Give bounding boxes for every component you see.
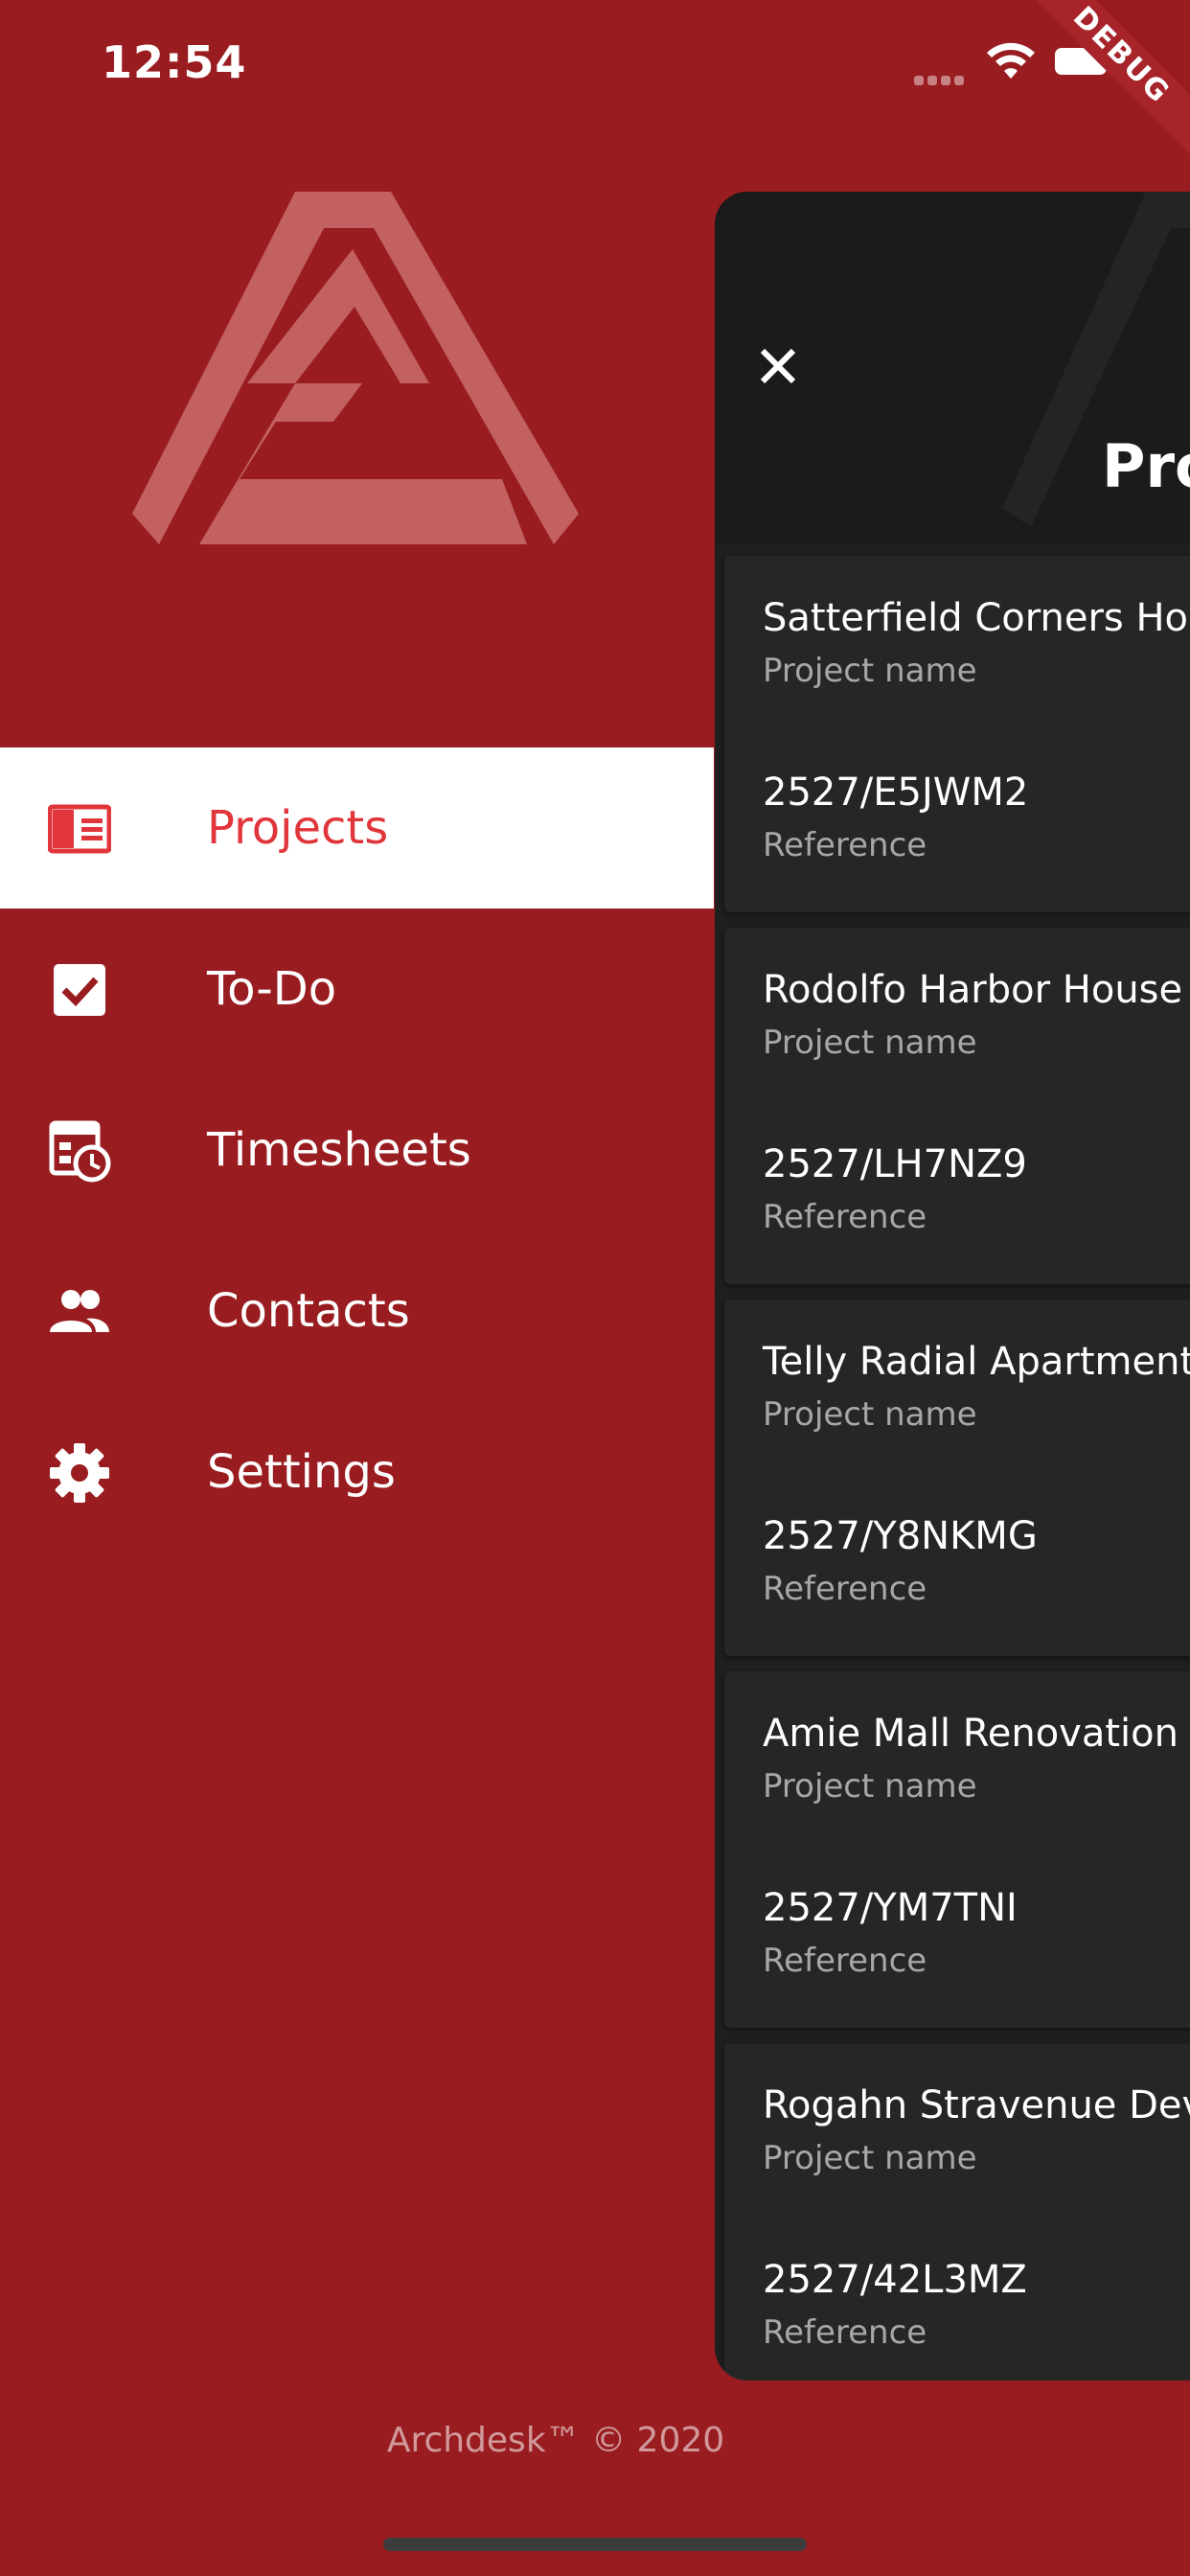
project-reference-label: Reference	[763, 1198, 927, 1236]
project-card[interactable]: Satterfield Corners House Project name 2…	[724, 556, 1190, 912]
project-reference: 2527/Y8NKMG	[763, 1514, 1038, 1558]
menu-item-projects[interactable]: Projects	[0, 748, 714, 908]
checkbox-icon	[54, 964, 105, 1016]
project-name: Satterfield Corners House	[763, 596, 1190, 640]
status-time: 12:54	[102, 36, 247, 88]
panel-header: Projects	[715, 192, 1190, 544]
projects-icon	[48, 804, 111, 854]
archdesk-logo	[132, 192, 579, 544]
menu-item-timesheets[interactable]: Timesheets	[0, 1070, 714, 1230]
projects-page-panel[interactable]: Projects Satterfield Corners House Proje…	[715, 192, 1190, 2380]
project-name-label: Project name	[763, 1395, 977, 1434]
menu-label-projects: Projects	[207, 801, 389, 855]
signal-icon	[914, 71, 972, 85]
timesheet-clock-icon	[49, 1120, 111, 1183]
project-reference: 2527/YM7TNI	[763, 1886, 1018, 1930]
wifi-icon	[987, 42, 1035, 79]
close-icon[interactable]	[757, 345, 799, 387]
project-card[interactable]: Rogahn Stravenue Development Project nam…	[724, 2043, 1190, 2380]
project-reference-label: Reference	[763, 826, 927, 864]
project-name-label: Project name	[763, 1024, 977, 1062]
menu-label-timesheets: Timesheets	[207, 1123, 471, 1177]
people-icon	[50, 1290, 109, 1332]
project-reference-label: Reference	[763, 1570, 927, 1608]
menu-label-contacts: Contacts	[207, 1284, 410, 1338]
project-reference-label: Reference	[763, 2313, 927, 2352]
project-name: Telly Radial Apartments	[763, 1340, 1190, 1384]
debug-banner: DEBUG	[1018, 0, 1190, 159]
project-reference: 2527/E5JWM2	[763, 770, 1029, 815]
project-card[interactable]: Amie Mall Renovation Project name 2527/Y…	[724, 1671, 1190, 2028]
project-name: Rodolfo Harbor House	[763, 968, 1183, 1012]
page-title: Projects	[1102, 431, 1190, 501]
project-reference: 2527/LH7NZ9	[763, 1142, 1027, 1186]
menu-item-contacts[interactable]: Contacts	[0, 1230, 714, 1392]
copyright-footer: Archdesk™ © 2020	[386, 2421, 725, 2460]
drawer-menu: Projects To-Do Timesheets Contacts Setti…	[0, 748, 714, 1552]
home-indicator[interactable]	[383, 2538, 807, 2551]
project-name: Amie Mall Renovation	[763, 1712, 1179, 1756]
project-reference: 2527/42L3MZ	[763, 2258, 1027, 2302]
project-card[interactable]: Telly Radial Apartments Project name 252…	[724, 1300, 1190, 1656]
project-reference-label: Reference	[763, 1942, 927, 1980]
menu-item-todo[interactable]: To-Do	[0, 908, 714, 1070]
project-card[interactable]: Rodolfo Harbor House Project name 2527/L…	[724, 928, 1190, 1284]
project-name: Rogahn Stravenue Development	[763, 2083, 1190, 2128]
menu-label-todo: To-Do	[207, 962, 337, 1016]
project-name-label: Project name	[763, 1767, 977, 1806]
project-list: Satterfield Corners House Project name 2…	[724, 556, 1190, 2380]
project-name-label: Project name	[763, 2139, 977, 2177]
project-name-label: Project name	[763, 652, 977, 690]
app-screen: 12:54 DEBUG Projects To-Do Timesheets Co…	[0, 0, 1190, 2576]
menu-item-settings[interactable]: Settings	[0, 1392, 714, 1552]
menu-label-settings: Settings	[207, 1445, 396, 1499]
gear-icon	[50, 1443, 109, 1503]
